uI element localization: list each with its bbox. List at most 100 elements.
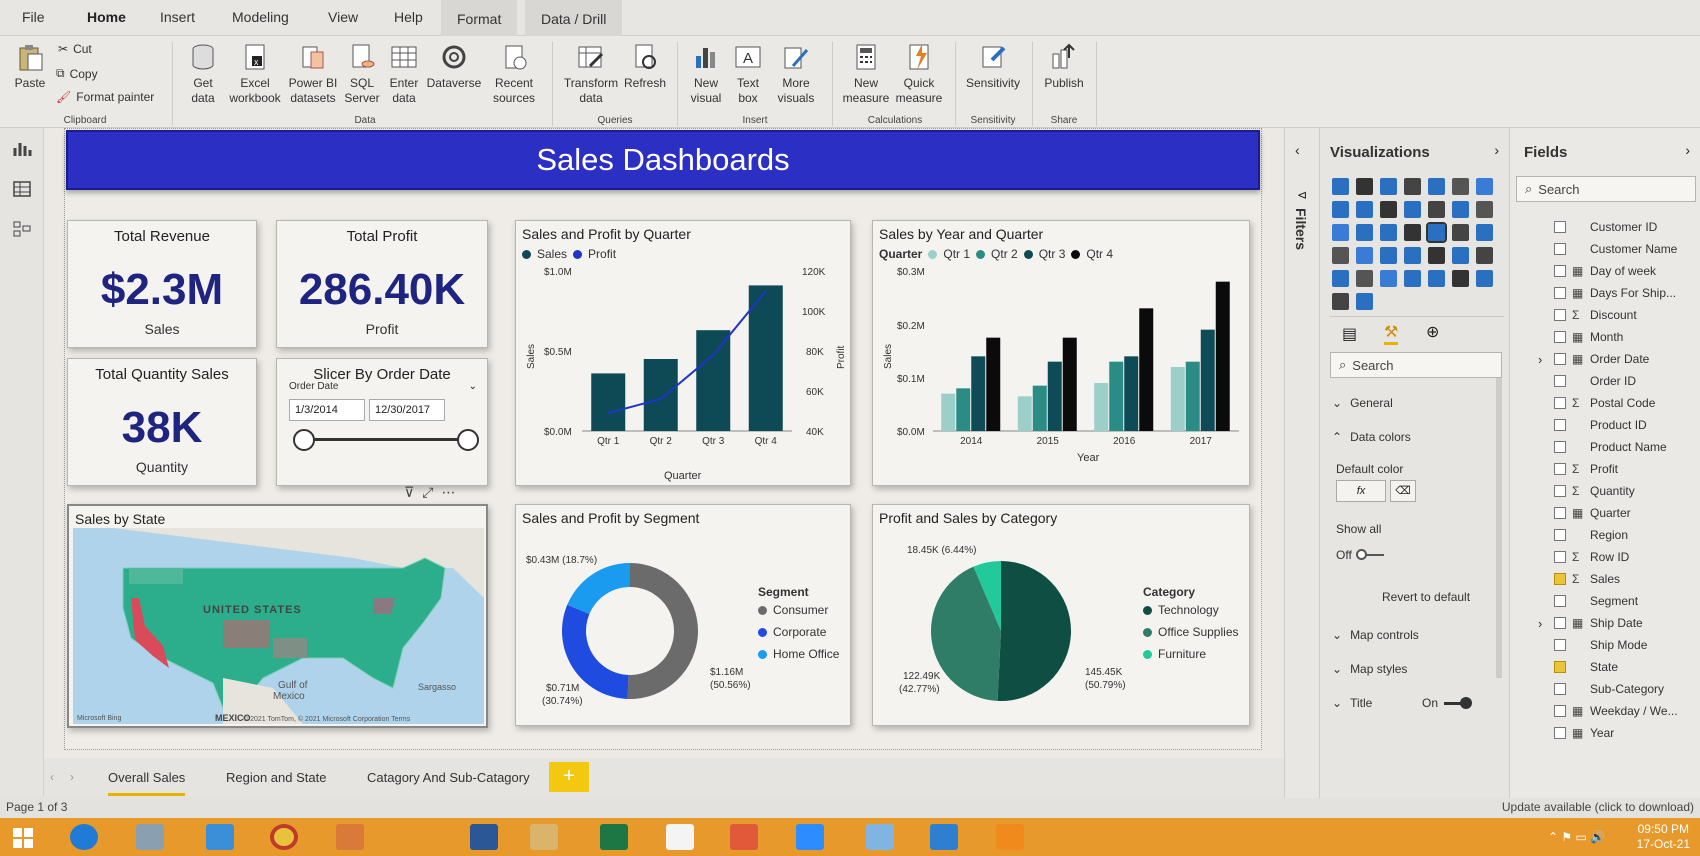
clustered-bar-visual-icon[interactable] xyxy=(1380,178,1397,195)
power-apps-visual-icon[interactable] xyxy=(1476,270,1493,287)
paginated-visual-icon[interactable] xyxy=(1452,270,1469,287)
more-visual-icon[interactable] xyxy=(1356,293,1373,310)
zoom-icon[interactable] xyxy=(796,824,824,850)
kpi-card-profit[interactable]: Total Profit 286.40K Profit xyxy=(276,220,488,348)
field-item[interactable]: Σ Sales xyxy=(1510,568,1700,590)
filled-map-visual-icon[interactable] xyxy=(1426,222,1447,243)
gauge-visual-icon[interactable] xyxy=(1476,224,1493,241)
segment-chart[interactable]: Sales and Profit by Segment $0.43M (18.7… xyxy=(515,504,851,726)
chevron-right-icon[interactable]: › xyxy=(70,770,74,784)
100-column-visual-icon[interactable] xyxy=(1452,178,1469,195)
field-checkbox[interactable] xyxy=(1554,529,1566,541)
field-item[interactable]: Sub-Category xyxy=(1510,678,1700,700)
field-item[interactable]: Σ Postal Code xyxy=(1510,392,1700,414)
card-visual-icon[interactable] xyxy=(1332,247,1349,264)
sensitivity-button[interactable]: Sensitivity xyxy=(962,42,1024,91)
refresh-button[interactable]: Refresh xyxy=(623,42,667,91)
field-checkbox[interactable] xyxy=(1554,639,1566,651)
tab-file[interactable]: File xyxy=(22,9,45,25)
clock[interactable]: 09:50 PM 17-Oct-21 xyxy=(1637,822,1690,852)
field-item[interactable]: State xyxy=(1510,656,1700,678)
field-checkbox[interactable] xyxy=(1554,441,1566,453)
app-icon[interactable] xyxy=(336,824,364,850)
slicer-start-handle[interactable] xyxy=(293,429,315,451)
kpi-card-revenue[interactable]: Total Revenue $2.3M Sales xyxy=(67,220,257,348)
title-toggle[interactable]: On xyxy=(1422,696,1473,710)
field-checkbox[interactable] xyxy=(1554,397,1566,409)
chevron-down-icon[interactable]: ⌄ xyxy=(469,381,477,392)
field-checkbox[interactable] xyxy=(1554,419,1566,431)
field-checkbox[interactable] xyxy=(1554,265,1566,277)
word-icon[interactable] xyxy=(470,824,498,850)
chrome-icon[interactable] xyxy=(270,824,298,850)
new-measure-button[interactable]: New measure xyxy=(840,42,892,106)
map-visual-icon[interactable] xyxy=(1404,224,1421,241)
field-item[interactable]: Σ Discount xyxy=(1510,304,1700,326)
powerbi-datasets-button[interactable]: Power BI datasets xyxy=(285,42,341,106)
excel-workbook-button[interactable]: x Excel workbook xyxy=(227,42,283,106)
revert-link[interactable]: Revert to default xyxy=(1382,590,1470,604)
area-visual-icon[interactable] xyxy=(1332,201,1349,218)
field-checkbox[interactable] xyxy=(1554,309,1566,321)
map-visual[interactable]: Sales by State UNITED STATES Gulf of Mex… xyxy=(67,504,488,728)
field-checkbox[interactable] xyxy=(1554,221,1566,233)
tab-help[interactable]: Help xyxy=(394,9,423,25)
field-checkbox[interactable] xyxy=(1554,243,1566,255)
tab-modeling[interactable]: Modeling xyxy=(232,9,289,25)
field-checkbox[interactable] xyxy=(1554,661,1566,673)
tray-icons[interactable]: ⌃ ⚑ ▭ 🔊 xyxy=(1548,830,1605,844)
publish-button[interactable]: Publish xyxy=(1040,42,1088,91)
line-visual-icon[interactable] xyxy=(1476,178,1493,195)
model-view-icon[interactable] xyxy=(12,220,32,238)
ribbon-visual-icon[interactable] xyxy=(1404,201,1421,218)
field-checkbox[interactable] xyxy=(1554,551,1566,563)
field-item[interactable]: Region xyxy=(1510,524,1700,546)
section-map-styles[interactable]: ⌄ Map styles xyxy=(1332,662,1407,676)
field-checkbox[interactable] xyxy=(1554,463,1566,475)
file-explorer-icon[interactable] xyxy=(530,824,558,850)
slicer-visual-icon[interactable] xyxy=(1404,247,1421,264)
kpi-visual-icon[interactable] xyxy=(1380,247,1397,264)
section-data-colors[interactable]: ⌃ Data colors xyxy=(1332,430,1411,444)
vlc-icon[interactable] xyxy=(996,824,1024,850)
field-item[interactable]: ▦ Days For Ship... xyxy=(1510,282,1700,304)
treemap-visual-icon[interactable] xyxy=(1380,224,1397,241)
section-map-controls[interactable]: ⌄ Map controls xyxy=(1332,628,1419,642)
stacked-area-visual-icon[interactable] xyxy=(1356,201,1373,218)
windows-start-icon[interactable] xyxy=(12,827,34,849)
date-slicer[interactable]: Slicer By Order Date Order Date ⌄ 1/3/20… xyxy=(276,358,488,486)
map-canvas[interactable]: UNITED STATES Gulf of Mexico Sargasso ME… xyxy=(73,528,484,724)
format-paint-icon[interactable]: ⚒ xyxy=(1384,322,1399,345)
multirow-card-visual-icon[interactable] xyxy=(1356,247,1373,264)
notepad-icon[interactable] xyxy=(666,824,694,850)
chevron-right-icon[interactable]: › xyxy=(1494,142,1499,158)
r-visual-visual-icon[interactable] xyxy=(1476,247,1493,264)
qna-visual-icon[interactable] xyxy=(1404,270,1421,287)
power-automate-visual-icon[interactable] xyxy=(1332,293,1349,310)
chevron-right-icon[interactable]: › xyxy=(1538,616,1542,631)
chevron-left-icon[interactable]: ‹ xyxy=(1295,142,1300,158)
field-item[interactable]: ▦ Year xyxy=(1510,722,1700,744)
field-checkbox[interactable] xyxy=(1554,683,1566,695)
section-title[interactable]: ⌄ Title xyxy=(1332,696,1372,710)
funnel-visual-icon[interactable] xyxy=(1452,201,1469,218)
enter-data-button[interactable]: Enter data xyxy=(386,42,422,106)
category-chart[interactable]: Profit and Sales by Category 18.45K (6.4… xyxy=(872,504,1250,726)
field-item[interactable]: ▦ Quarter xyxy=(1510,502,1700,524)
cut-button[interactable]: ✂ Cut xyxy=(58,42,92,56)
line-column-visual-icon[interactable] xyxy=(1380,201,1397,218)
chevron-left-icon[interactable]: ‹ xyxy=(50,770,54,784)
new-visual-button[interactable]: New visual xyxy=(686,42,726,106)
slicer-end-input[interactable]: 12/30/2017 xyxy=(369,399,445,421)
field-item[interactable]: Product Name xyxy=(1510,436,1700,458)
field-checkbox[interactable] xyxy=(1554,705,1566,717)
field-checkbox[interactable] xyxy=(1554,485,1566,497)
field-checkbox[interactable] xyxy=(1554,727,1566,739)
page-tab-category[interactable]: Catagory And Sub-Catagory xyxy=(367,770,530,785)
field-checkbox[interactable] xyxy=(1554,287,1566,299)
decomposition-visual-icon[interactable] xyxy=(1380,270,1397,287)
field-item[interactable]: ▦ Day of week xyxy=(1510,260,1700,282)
field-item[interactable]: Customer Name xyxy=(1510,238,1700,260)
quick-measure-button[interactable]: Quick measure xyxy=(893,42,945,106)
field-item[interactable]: › ▦ Ship Date xyxy=(1510,612,1700,634)
